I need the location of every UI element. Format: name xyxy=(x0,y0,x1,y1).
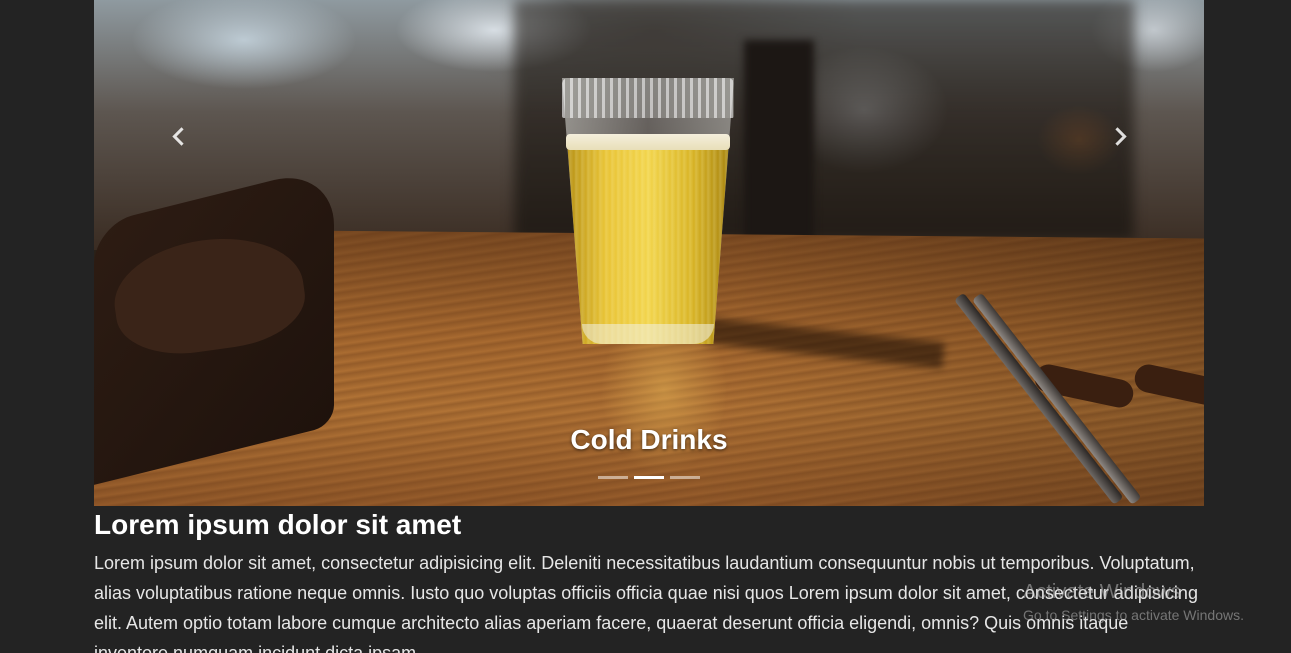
chevron-right-icon xyxy=(1107,126,1127,146)
carousel-indicator-1[interactable] xyxy=(598,476,628,479)
content-section: Lorem ipsum dolor sit amet Lorem ipsum d… xyxy=(94,508,1204,653)
section-heading: Lorem ipsum dolor sit amet xyxy=(94,509,462,540)
carousel-prev-button[interactable] xyxy=(158,118,198,154)
page: Cold Drinks Lorem ipsum dolor sit amet L… xyxy=(0,0,1291,653)
carousel-indicators xyxy=(94,476,1204,479)
carousel-next-button[interactable] xyxy=(1100,118,1140,154)
chevron-left-icon xyxy=(171,126,191,146)
carousel-indicator-3[interactable] xyxy=(670,476,700,479)
section-paragraph: Lorem ipsum dolor sit amet, consectetur … xyxy=(94,553,1198,653)
carousel-caption: Cold Drinks xyxy=(570,424,728,455)
image-carousel: Cold Drinks xyxy=(94,0,1204,506)
beer-glass xyxy=(562,78,734,344)
carousel-indicator-2[interactable] xyxy=(634,476,664,479)
